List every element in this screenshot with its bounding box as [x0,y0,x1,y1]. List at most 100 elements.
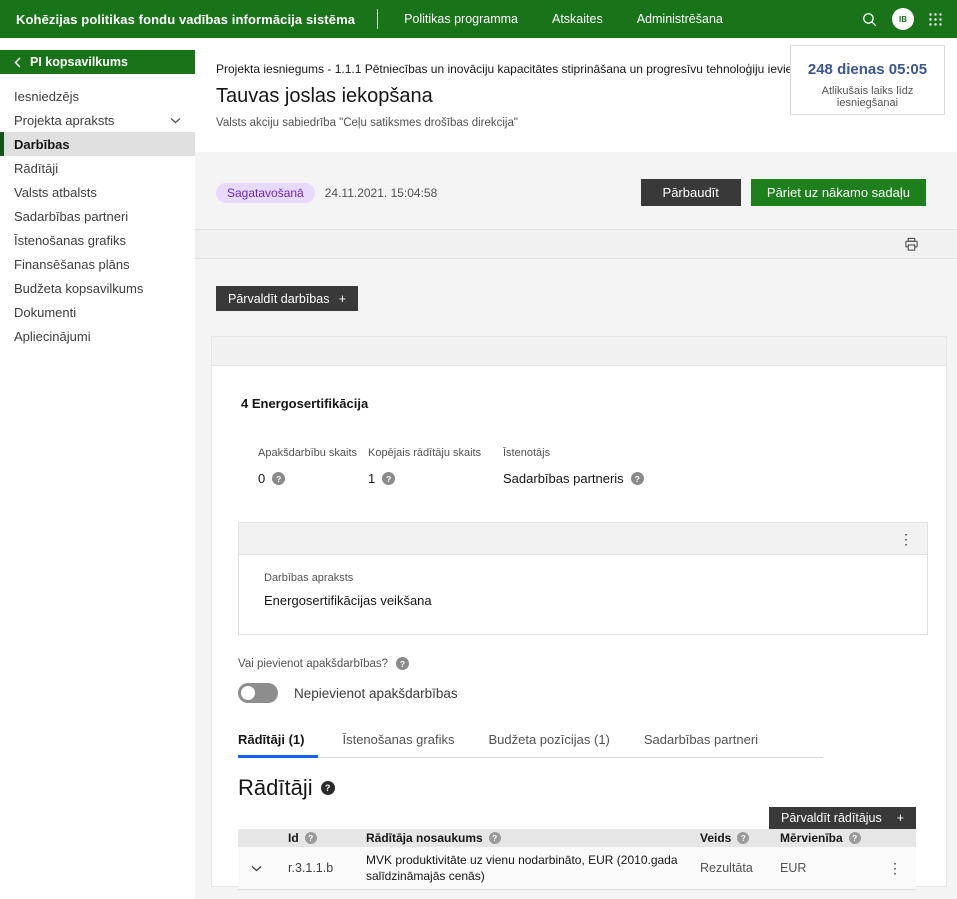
help-icon[interactable]: ? [382,472,395,485]
sidebar-item-iesniedzejs[interactable]: Iesniedzējs [0,84,195,108]
col-unit: Mērvienība? [780,829,871,847]
sidebar-menu: Iesniedzējs Projekta apraksts Darbības R… [0,84,195,348]
table-header-row: Id? Rādītāja nosaukums? Veids? Mērvienīb… [238,829,916,847]
sidebar-item-label: Īstenošanas grafiks [14,233,126,248]
sidebar-item-raditaji[interactable]: Rādītāji [0,156,195,180]
sidebar: PI kopsavilkums Iesniedzējs Projekta apr… [0,38,195,899]
detail-tabs: Rādītāji (1) Īstenošanas grafiks Budžeta… [238,728,823,758]
indicators-heading: Rādītāji ? [238,775,926,801]
help-icon[interactable]: ? [272,472,285,485]
indicator-unit: EUR [780,847,871,890]
user-avatar[interactable]: IB [892,8,914,30]
col-label: Veids [700,831,731,845]
help-icon[interactable]: ? [849,832,861,844]
row-expand-toggle[interactable] [238,847,288,890]
tab-sadarbibas-partneri[interactable]: Sadarbības partneri [644,728,768,757]
description-value: Energosertifikācijas veikšana [264,593,927,608]
description-panel-header: ⋮ [239,523,927,555]
subactivity-question-label: Vai pievienot apakšdarbības? [238,658,388,670]
chevron-down-icon [170,117,181,124]
subactivity-toggle-label: Nepievienot apakšdarbības [294,686,458,701]
app-title[interactable]: Kohēzijas politikas fondu vadības inform… [16,12,355,27]
kebab-menu-icon[interactable]: ⋮ [899,532,913,546]
nav-atskaites[interactable]: Atskaites [552,12,603,26]
row-kebab-menu-icon[interactable]: ⋮ [888,860,902,876]
help-icon[interactable]: ? [305,832,317,844]
help-icon[interactable]: ? [737,832,749,844]
nav-politikas-programma[interactable]: Politikas programma [404,12,518,26]
help-icon[interactable]: ? [631,472,644,485]
sidebar-item-istenosanas-grafiks[interactable]: Īstenošanas grafiks [0,228,195,252]
sidebar-item-label: Dokumenti [14,305,76,320]
sidebar-item-projekta-apraksts[interactable]: Projekta apraksts [0,108,195,132]
tab-istenosanas-grafiks[interactable]: Īstenošanas grafiks [342,728,464,757]
row-menu-column-header [871,829,916,847]
sidebar-item-label: Darbības [14,137,70,152]
col-label: Id [288,831,299,845]
col-label: Mērvienība [780,831,843,845]
sidebar-item-dokumenti[interactable]: Dokumenti [0,300,195,324]
indicator-id: r.3.1.1.b [288,847,366,890]
help-icon[interactable]: ? [489,832,501,844]
sidebar-item-label: Apliecinājumi [14,329,91,344]
sidebar-item-label: Projekta apraksts [14,113,114,128]
plus-icon: + [339,292,346,306]
chevron-left-icon [14,57,21,68]
col-name: Rādītāja nosaukums? [366,829,700,847]
stat-subactivities: Apakšdarbību skaits 0? [258,447,368,486]
indicators-table-wrap: Pārvaldīt rādītājus + Id? [238,807,916,890]
col-type: Veids? [700,829,780,847]
sidebar-back-label: PI kopsavilkums [30,55,128,69]
deadline-timer-caption: Atlikušais laiks līdz iesniegšanai [791,85,944,109]
help-icon[interactable]: ? [396,657,409,670]
activity-card-header[interactable] [212,337,946,366]
topbar: Kohēzijas politikas fondu vadības inform… [0,0,957,38]
description-label: Darbības apraksts [264,572,927,584]
next-section-button[interactable]: Pāriet uz nākamo sadaļu [751,179,926,206]
indicators-heading-label: Rādītāji [238,775,313,801]
stat-label: Kopējais rādītāju skaits [368,447,503,459]
sidebar-item-label: Finansēšanas plāns [14,257,130,272]
expand-column-header [238,829,288,847]
sidebar-back-pi-kopsavilkums[interactable]: PI kopsavilkums [0,50,195,74]
subactivity-toggle[interactable] [238,683,278,703]
sidebar-item-darbibas[interactable]: Darbības [0,132,195,156]
indicator-name: MVK produktivitāte uz vienu nodarbināto,… [366,847,700,890]
table-row: r.3.1.1.b MVK produktivitāte uz vienu no… [238,847,916,890]
stat-label: Īstenotājs [503,447,644,459]
plus-icon: + [897,811,904,825]
sidebar-item-apliecinajumi[interactable]: Apliecinājumi [0,324,195,348]
help-icon[interactable]: ? [321,781,335,795]
check-button[interactable]: Pārbaudīt [641,179,741,206]
sidebar-item-label: Budžeta kopsavilkums [14,281,143,296]
nav-administresana[interactable]: Administrēšana [637,12,723,26]
app-window: Kohēzijas politikas fondu vadības inform… [0,0,957,899]
sidebar-item-sadarbibas-partneri[interactable]: Sadarbības partneri [0,204,195,228]
stat-label: Apakšdarbību skaits [258,447,368,459]
print-icon[interactable] [904,237,919,252]
chevron-down-icon [251,865,262,872]
topbar-nav: Politikas programma Atskaites Administrē… [404,12,723,26]
app-switcher-grid-icon[interactable] [928,12,943,27]
sidebar-item-valsts-atbalsts[interactable]: Valsts atbalsts [0,180,195,204]
tab-budzeta-pozicijas[interactable]: Budžeta pozīcijas (1) [488,728,619,757]
sidebar-item-finansesanas-plans[interactable]: Finansēšanas plāns [0,252,195,276]
indicators-table: Id? Rādītāja nosaukums? Veids? Mērvienīb… [238,829,916,890]
col-id: Id? [288,829,366,847]
stat-total-indicators: Kopējais rādītāju skaits 1? [368,447,503,486]
stat-value: 1 [368,471,375,486]
toggle-knob [241,686,255,700]
tab-raditaji[interactable]: Rādītāji (1) [238,728,318,758]
sidebar-item-label: Iesniedzējs [14,89,79,104]
topbar-divider [377,9,378,29]
status-timestamp: 24.11.2021. 15:04:58 [325,186,438,200]
manage-indicators-button[interactable]: Pārvaldīt rādītājus + [769,807,916,829]
content-area: Sagatavošanā 24.11.2021. 15:04:58 Pārbau… [195,152,957,899]
sidebar-item-budzeta-kopsavilkums[interactable]: Budžeta kopsavilkums [0,276,195,300]
applicant-name: Valsts akciju sabiedrība "Ceļu satiksmes… [216,117,957,129]
indicator-type: Rezultāta [700,847,780,890]
search-icon[interactable] [861,11,878,28]
sidebar-item-label: Valsts atbalsts [14,185,97,200]
manage-activities-button[interactable]: Pārvaldīt darbības + [216,286,358,311]
main-content: Projekta iesniegums - 1.1.1 Pētniecības … [195,38,957,899]
